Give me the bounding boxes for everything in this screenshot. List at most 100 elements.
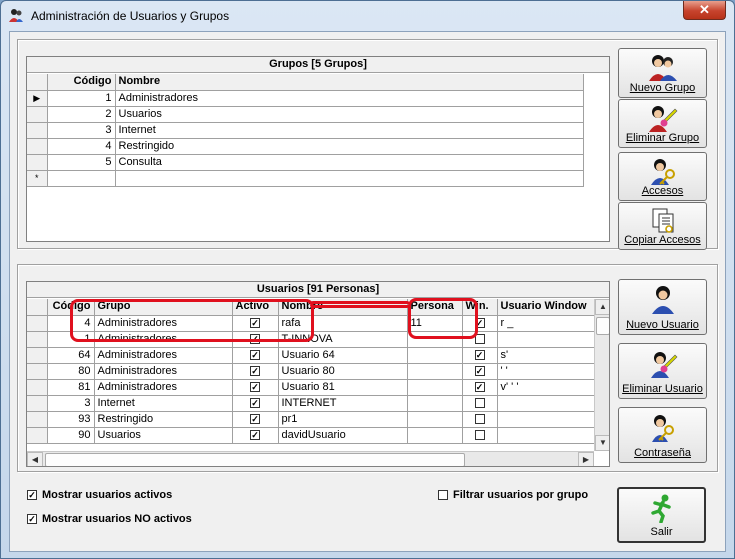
usuarios-horizontal-scrollbar[interactable]: ◀ ▶ [27,451,594,466]
usuario-row[interactable]: 81 Administradores ✓ Usuario 81 ✓ v' ' ' [27,379,595,396]
usuario-nombre-cell[interactable]: Usuario 80 [278,363,408,380]
grupos-grid[interactable]: Grupos [5 Grupos] Código Nombre ▶ 1 Admini… [26,56,610,242]
usuario-activo-cell[interactable]: ✓ [232,331,279,348]
row-selector[interactable] [27,395,48,412]
scroll-left-button[interactable]: ◀ [27,452,43,466]
grupo-nombre-cell[interactable]: Restringido [115,138,584,155]
usuario-windows-cell[interactable] [497,395,595,412]
usuario-row[interactable]: 4 Administradores ✓ rafa 11 ✓ r _ [27,315,595,332]
grupo-codigo-cell[interactable]: 5 [47,154,116,171]
grupo-codigo-cell[interactable] [47,170,116,187]
win-checkbox[interactable]: ✓ [474,381,485,392]
usuario-persona-cell[interactable] [407,411,463,428]
usuario-grupo-cell[interactable]: Administradores [94,379,233,396]
usuario-nombre-cell[interactable]: rafa [278,315,408,332]
usuario-row[interactable]: 90 Usuarios ✓ davidUsuario [27,427,595,444]
usuario-grupo-cell[interactable]: Usuarios [94,427,233,444]
usuario-win-cell[interactable] [462,411,498,428]
usuario-codigo-cell[interactable]: 93 [47,411,95,428]
salir-button[interactable]: Salir [617,487,706,543]
usuario-codigo-cell[interactable]: 1 [47,331,95,348]
win-checkbox[interactable] [474,429,485,440]
grupo-codigo-cell[interactable]: 1 [47,90,116,107]
win-checkbox[interactable] [474,397,485,408]
usuario-persona-cell[interactable] [407,427,463,444]
usuario-grupo-cell[interactable]: Administradores [94,347,233,364]
col-header-codigo[interactable]: Código [47,299,95,316]
usuario-activo-cell[interactable]: ✓ [232,379,279,396]
usuario-win-cell[interactable]: ✓ [462,315,498,332]
grupo-codigo-cell[interactable]: 2 [47,106,116,123]
activo-checkbox[interactable]: ✓ [250,317,260,328]
win-checkbox[interactable]: ✓ [474,349,485,360]
usuario-persona-cell[interactable] [407,347,463,364]
activo-checkbox[interactable]: ✓ [250,365,260,376]
usuario-win-cell[interactable]: ✓ [462,379,498,396]
usuario-win-cell[interactable] [462,395,498,412]
grupo-codigo-cell[interactable]: 4 [47,138,116,155]
usuario-windows-cell[interactable] [497,411,595,428]
usuario-nombre-cell[interactable]: davidUsuario [278,427,408,444]
usuario-windows-cell[interactable] [497,427,595,444]
row-selector[interactable]: ▶ [27,90,48,107]
row-selector[interactable] [27,138,48,155]
usuario-win-cell[interactable]: ✓ [462,363,498,380]
grupo-nombre-cell[interactable]: Consulta [115,154,584,171]
col-header-persona[interactable]: Persona [407,299,463,316]
new-row-marker[interactable]: * [27,170,48,187]
usuario-row[interactable]: 64 Administradores ✓ Usuario 64 ✓ s' [27,347,595,364]
usuario-grupo-cell[interactable]: Internet [94,395,233,412]
usuario-row[interactable]: 80 Administradores ✓ Usuario 80 ✓ ' ' [27,363,595,380]
usuario-persona-cell[interactable] [407,395,463,412]
col-header-usuario-windows[interactable]: Usuario Window [497,299,595,316]
usuario-grupo-cell[interactable]: Administradores [94,331,233,348]
copiar-accesos-button[interactable]: Copiar Accesos [618,202,707,250]
grupo-new-row[interactable]: * [27,170,584,187]
accesos-button[interactable]: Accesos [618,152,707,201]
scroll-down-button[interactable]: ▼ [595,435,609,451]
mostrar-activos-checkbox[interactable]: ✓ [27,490,37,501]
eliminar-grupo-button[interactable]: Eliminar Grupo [618,99,707,148]
usuario-windows-cell[interactable]: s' [497,347,595,364]
grupo-row[interactable]: 5 Consulta [27,154,584,171]
usuario-codigo-cell[interactable]: 3 [47,395,95,412]
usuario-nombre-cell[interactable]: Usuario 81 [278,379,408,396]
usuario-codigo-cell[interactable]: 4 [47,315,95,332]
usuario-win-cell[interactable] [462,331,498,348]
win-checkbox[interactable] [474,333,485,344]
row-selector[interactable] [27,363,48,380]
grupo-row[interactable]: 3 Internet [27,122,584,139]
usuario-activo-cell[interactable]: ✓ [232,315,279,332]
row-selector[interactable] [27,347,48,364]
usuario-windows-cell[interactable] [497,331,595,348]
col-header-win[interactable]: Win. [462,299,498,316]
eliminar-usuario-button[interactable]: Eliminar Usuario [618,343,707,399]
mostrar-no-activos-checkbox[interactable]: ✓ [27,514,37,525]
usuario-nombre-cell[interactable]: Usuario 64 [278,347,408,364]
grupo-nombre-cell[interactable] [115,170,584,187]
usuario-codigo-cell[interactable]: 90 [47,427,95,444]
win-checkbox[interactable]: ✓ [474,317,485,328]
win-checkbox[interactable] [474,413,485,424]
col-header-nombre[interactable]: Nombre [115,74,584,91]
usuario-grupo-cell[interactable]: Administradores [94,363,233,380]
scroll-up-button[interactable]: ▲ [595,299,609,315]
usuario-nombre-cell[interactable]: pr1 [278,411,408,428]
usuario-grupo-cell[interactable]: Administradores [94,315,233,332]
activo-checkbox[interactable]: ✓ [250,349,260,360]
contrasena-button[interactable]: Contraseña [618,407,707,463]
activo-checkbox[interactable]: ✓ [250,397,260,408]
row-selector[interactable] [27,106,48,123]
mostrar-activos-option[interactable]: ✓ Mostrar usuarios activos [27,489,172,501]
usuario-row[interactable]: 93 Restringido ✓ pr1 [27,411,595,428]
close-button[interactable]: ✕ [683,1,726,20]
usuario-windows-cell[interactable]: r _ [497,315,595,332]
row-selector[interactable] [27,154,48,171]
grupo-row[interactable]: ▶ 1 Administradores [27,90,584,107]
col-header-activo[interactable]: Activo [232,299,279,316]
usuario-persona-cell[interactable]: 11 [407,315,463,332]
col-header-codigo[interactable]: Código [47,74,116,91]
hscroll-thumb[interactable] [45,453,465,466]
usuario-persona-cell[interactable] [407,379,463,396]
usuario-codigo-cell[interactable]: 64 [47,347,95,364]
